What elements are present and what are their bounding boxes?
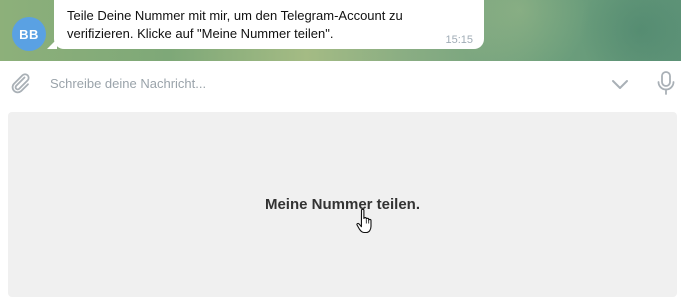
message-timestamp: 15:15	[445, 34, 473, 46]
message-composer	[0, 61, 681, 106]
microphone-icon[interactable]	[654, 70, 678, 96]
chevron-down-icon[interactable]	[609, 73, 631, 95]
avatar-initials: BB	[19, 26, 39, 42]
telegram-chat-window: BB Teile Deine Nummer mit mir, um den Te…	[0, 0, 681, 303]
avatar[interactable]: BB	[12, 17, 46, 51]
reply-keyboard: Meine Nummer teilen.	[0, 106, 681, 303]
message-bubble[interactable]: Teile Deine Nummer mit mir, um den Teleg…	[47, 0, 484, 49]
share-phone-number-button[interactable]: Meine Nummer teilen.	[8, 112, 677, 297]
message-text: Teile Deine Nummer mit mir, um den Teleg…	[67, 8, 403, 41]
paperclip-icon[interactable]	[8, 71, 32, 95]
share-phone-number-label: Meine Nummer teilen.	[264, 196, 421, 213]
message-input[interactable]	[50, 72, 590, 94]
chat-history: BB Teile Deine Nummer mit mir, um den Te…	[0, 0, 681, 61]
bubble-tail	[47, 39, 57, 49]
